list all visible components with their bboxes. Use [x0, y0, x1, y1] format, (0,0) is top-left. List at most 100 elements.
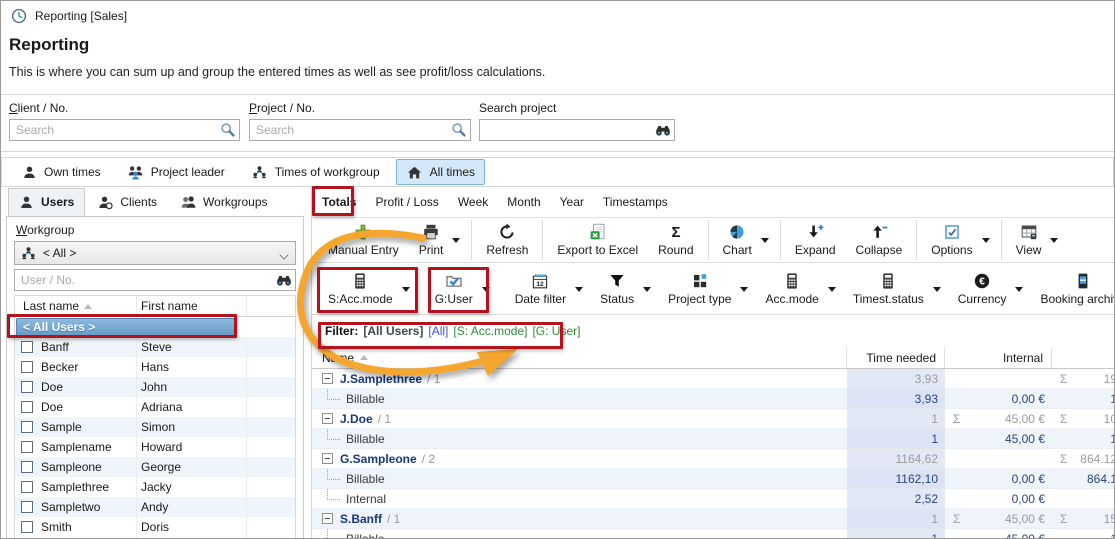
- time-needed-cell: 1: [847, 509, 945, 529]
- mode-tab-own-times[interactable]: Own times: [10, 159, 111, 185]
- report-row-name-cell: J.Samplethree/ 1: [312, 369, 847, 389]
- toolbar-button-expand[interactable]: Expand: [785, 218, 846, 262]
- report-tab-month[interactable]: Month: [507, 195, 540, 209]
- user-lastname-cell: Sampletwo: [15, 497, 137, 517]
- toolbar-button-s-acc-mode[interactable]: S:Acc.mode: [318, 263, 417, 314]
- mode-tab-all-times[interactable]: All times: [396, 159, 485, 185]
- toolbar-button-booking-archive[interactable]: Booking archive: [1030, 263, 1115, 314]
- report-row-g-sampleone-4[interactable]: G.Sampleone/ 21164,62Σ864.12: [312, 449, 1115, 469]
- report-row-j-doe-2[interactable]: J.Doe/ 11Σ45,00 €Σ10: [312, 409, 1115, 429]
- user-row-doe-john[interactable]: DoeJohn: [15, 377, 295, 397]
- search-icon[interactable]: [451, 122, 467, 138]
- user-row-samplename-howard[interactable]: SamplenameHoward: [15, 437, 295, 457]
- all-users-row[interactable]: < All Users >: [15, 317, 295, 337]
- toolbar-button-refresh[interactable]: Refresh: [476, 218, 538, 262]
- user-row-doe-adriana[interactable]: DoeAdriana: [15, 397, 295, 417]
- column-header-extra[interactable]: [1052, 347, 1115, 368]
- toolbar-button-label: G:User: [435, 292, 473, 306]
- report-row-j-samplethree-0[interactable]: J.Samplethree/ 13,93Σ19: [312, 369, 1115, 389]
- user-checkbox[interactable]: [21, 401, 33, 413]
- binoculars-icon[interactable]: [276, 272, 292, 288]
- toolbar-button-print[interactable]: Print: [409, 218, 468, 262]
- chevron-down-icon[interactable]: [740, 287, 748, 292]
- chevron-down-icon[interactable]: [482, 287, 490, 292]
- report-row-billable-3[interactable]: Billable145,00 €1: [312, 429, 1115, 449]
- column-header-firstname[interactable]: First name: [137, 296, 247, 316]
- report-tab-week[interactable]: Week: [458, 195, 488, 209]
- report-tab-year[interactable]: Year: [560, 195, 584, 209]
- tree-collapse-icon[interactable]: [322, 453, 333, 464]
- column-header-time-needed[interactable]: Time needed: [847, 347, 945, 368]
- search-icon[interactable]: [220, 122, 236, 138]
- left-tab-users[interactable]: Users: [8, 188, 85, 216]
- toolbar-button-timest-status[interactable]: Timest.status: [843, 263, 948, 314]
- user-row-smith-doris[interactable]: SmithDoris: [15, 517, 295, 537]
- toolbar-button-acc-mode[interactable]: Acc.mode: [755, 263, 842, 314]
- user-checkbox[interactable]: [21, 521, 33, 533]
- tree-collapse-icon[interactable]: [322, 513, 333, 524]
- toolbar-button-round[interactable]: ΣRound: [648, 218, 703, 262]
- report-tab-timestamps[interactable]: Timestamps: [603, 195, 668, 209]
- user-checkbox[interactable]: [21, 341, 33, 353]
- report-row-billable-8[interactable]: Billable145,00 €1: [312, 529, 1115, 539]
- user-row-banff-steve[interactable]: BanffSteve: [15, 337, 295, 357]
- user-filter-input[interactable]: [14, 269, 296, 291]
- chevron-down-icon[interactable]: [1015, 287, 1023, 292]
- chevron-down-icon[interactable]: [575, 287, 583, 292]
- toolbar-button-date-filter[interactable]: 12Date filter: [505, 263, 590, 314]
- toolbar-button-collapse[interactable]: Collapse: [846, 218, 913, 262]
- left-tab-workgroups[interactable]: Workgroups: [170, 188, 278, 216]
- report-tab-profit-loss[interactable]: Profit / Loss: [375, 195, 438, 209]
- chevron-down-icon[interactable]: [1050, 238, 1058, 243]
- user-checkbox[interactable]: [21, 501, 33, 513]
- chevron-down-icon[interactable]: [828, 287, 836, 292]
- chevron-down-icon[interactable]: [933, 287, 941, 292]
- report-row-internal-6[interactable]: Internal2,520,00 €: [312, 489, 1115, 509]
- toolbar-button-g-user[interactable]: G:User: [425, 263, 497, 314]
- user-row-becker-hans[interactable]: BeckerHans: [15, 357, 295, 377]
- column-header-name[interactable]: Name: [312, 347, 847, 368]
- left-tab-clients[interactable]: Clients: [87, 188, 168, 216]
- binoculars-icon[interactable]: [655, 122, 671, 138]
- toolbar-button-status[interactable]: Status: [590, 263, 658, 314]
- view-icon: [1020, 223, 1038, 241]
- total-cell: Σ19: [1052, 369, 1115, 389]
- user-checkbox[interactable]: [21, 481, 33, 493]
- user-checkbox[interactable]: [21, 421, 33, 433]
- tree-collapse-icon[interactable]: [322, 413, 333, 424]
- user-checkbox[interactable]: [21, 441, 33, 453]
- chevron-down-icon[interactable]: [452, 238, 460, 243]
- user-row-sample-simon[interactable]: SampleSimon: [15, 417, 295, 437]
- user-row-sampletwo-andy[interactable]: SampletwoAndy: [15, 497, 295, 517]
- toolbar-button-options[interactable]: Options: [921, 218, 996, 262]
- user-row-sampleone-george[interactable]: SampleoneGeorge: [15, 457, 295, 477]
- chevron-down-icon[interactable]: [402, 287, 410, 292]
- client-search-input[interactable]: [9, 119, 240, 141]
- report-row-billable-1[interactable]: Billable3,930,00 €1: [312, 389, 1115, 409]
- workgroup-dropdown[interactable]: < All >: [14, 241, 296, 265]
- toolbar-button-currency[interactable]: €Currency: [948, 263, 1031, 314]
- toolbar-button-export-to-excel[interactable]: Export to Excel: [547, 218, 648, 262]
- project-search-input[interactable]: [249, 119, 471, 141]
- search-project-input[interactable]: [479, 119, 675, 141]
- toolbar-button-manual-entry[interactable]: Manual Entry: [318, 218, 409, 262]
- report-row-s-banff-7[interactable]: S.Banff/ 11Σ45,00 €Σ15: [312, 509, 1115, 529]
- toolbar-button-chart[interactable]: Chart: [713, 218, 776, 262]
- mode-tab-times-of-workgroup[interactable]: Times of workgroup: [241, 159, 390, 185]
- chevron-down-icon[interactable]: [643, 287, 651, 292]
- chevron-down-icon[interactable]: [761, 238, 769, 243]
- user-checkbox[interactable]: [21, 461, 33, 473]
- column-header-internal[interactable]: Internal: [945, 347, 1052, 368]
- internal-cell: Σ45,00 €: [945, 409, 1052, 429]
- toolbar-button-project-type[interactable]: Project type: [658, 263, 755, 314]
- user-checkbox[interactable]: [21, 381, 33, 393]
- chevron-down-icon[interactable]: [982, 238, 990, 243]
- column-header-lastname[interactable]: Last name: [15, 296, 137, 316]
- report-tab-totals[interactable]: Totals: [322, 195, 356, 209]
- tree-collapse-icon[interactable]: [322, 373, 333, 384]
- toolbar-button-view[interactable]: View: [1006, 218, 1066, 262]
- report-row-billable-5[interactable]: Billable1162,100,00 €864.1: [312, 469, 1115, 489]
- user-row-samplethree-jacky[interactable]: SamplethreeJacky: [15, 477, 295, 497]
- user-checkbox[interactable]: [21, 361, 33, 373]
- mode-tab-project-leader[interactable]: Project leader: [117, 159, 235, 185]
